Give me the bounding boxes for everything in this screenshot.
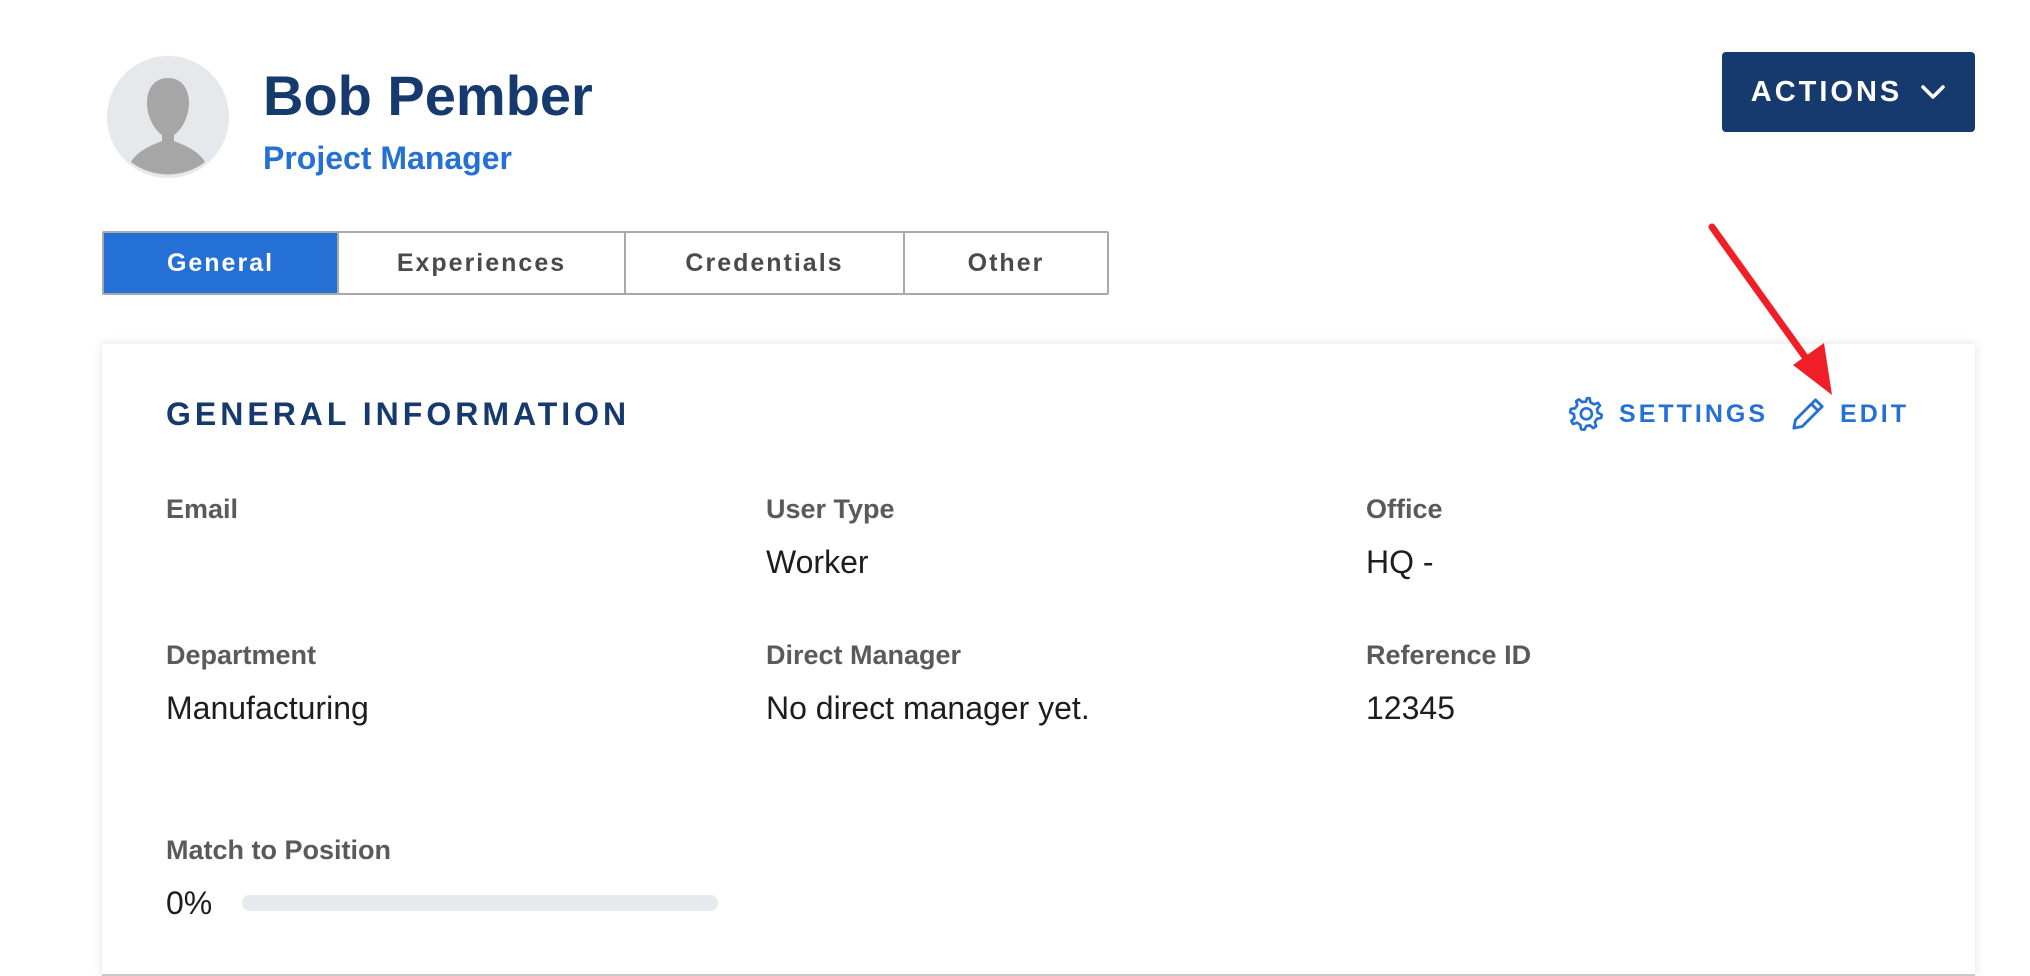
card-title: GENERAL INFORMATION [166, 396, 631, 432]
tab-other[interactable]: Other [903, 233, 1107, 293]
tab-experiences[interactable]: Experiences [337, 233, 624, 293]
match-to-position: Match to Position 0% [166, 833, 718, 923]
match-progress-bar [242, 895, 718, 911]
field-user-type: User Type Worker [766, 492, 895, 582]
profile-role: Project Manager [263, 140, 512, 176]
edit-link[interactable]: EDIT [1788, 394, 1909, 434]
actions-button[interactable]: ACTIONS [1722, 52, 1975, 132]
field-reference-id-value: 12345 [1366, 690, 1455, 726]
field-email-value [166, 542, 238, 582]
gear-icon [1568, 396, 1604, 432]
tab-general[interactable]: General [104, 233, 337, 293]
general-information-card: GENERAL INFORMATION SETTINGS EDIT Email … [102, 344, 1975, 976]
match-percent: 0% [166, 885, 213, 921]
edit-label: EDIT [1840, 399, 1909, 428]
field-email-label: Email [166, 494, 239, 524]
match-label: Match to Position [166, 835, 391, 865]
field-office-value: HQ - [1366, 544, 1434, 580]
avatar [107, 56, 229, 178]
field-direct-manager-label: Direct Manager [766, 640, 962, 670]
pencil-icon [1792, 398, 1824, 430]
person-silhouette-icon [107, 56, 229, 178]
field-user-type-label: User Type [766, 494, 895, 524]
profile-tabs: General Experiences Credentials Other [102, 231, 1109, 295]
card-actions: SETTINGS EDIT [1567, 394, 1909, 434]
field-office-label: Office [1366, 494, 1443, 524]
field-direct-manager: Direct Manager No direct manager yet. [766, 638, 1090, 728]
field-department: Department Manufacturing [166, 638, 369, 728]
field-email: Email [166, 492, 238, 582]
field-reference-id-label: Reference ID [1366, 640, 1532, 670]
field-reference-id: Reference ID 12345 [1366, 638, 1531, 728]
field-user-type-value: Worker [766, 544, 869, 580]
field-department-value: Manufacturing [166, 690, 369, 726]
field-department-label: Department [166, 640, 317, 670]
field-office: Office HQ - [1366, 492, 1443, 582]
field-direct-manager-value: No direct manager yet. [766, 690, 1090, 726]
actions-button-label: ACTIONS [1750, 75, 1903, 108]
settings-link[interactable]: SETTINGS [1567, 394, 1768, 434]
settings-label: SETTINGS [1619, 399, 1769, 428]
chevron-down-icon [1921, 85, 1945, 99]
tab-credentials[interactable]: Credentials [624, 233, 903, 293]
profile-name: Bob Pember [263, 64, 593, 127]
